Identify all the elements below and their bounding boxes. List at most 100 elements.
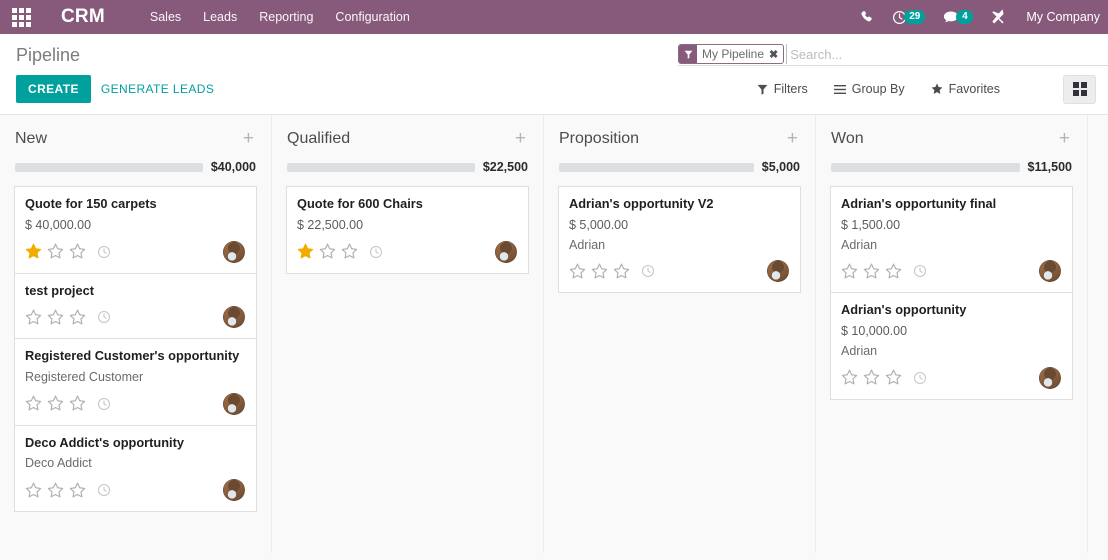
add-card-button[interactable]: +	[513, 129, 528, 148]
menu-leads[interactable]: Leads	[192, 0, 248, 34]
clock-icon[interactable]	[97, 245, 111, 259]
breadcrumb[interactable]: Pipeline	[16, 45, 80, 66]
star-empty-icon[interactable]	[841, 263, 858, 280]
avatar[interactable]	[223, 479, 245, 502]
star-empty-icon[interactable]	[591, 263, 608, 280]
kanban-column-header: Proposition +	[558, 115, 801, 150]
add-card-button[interactable]: +	[785, 129, 800, 148]
star-empty-icon[interactable]	[885, 369, 902, 386]
star-empty-icon[interactable]	[885, 263, 902, 280]
kanban-card-footer	[25, 392, 245, 416]
star-empty-icon[interactable]	[47, 395, 64, 412]
tools-icon	[992, 9, 1004, 24]
messages-button[interactable]: 4	[934, 0, 982, 34]
star-empty-icon[interactable]	[569, 263, 586, 280]
progress-bar[interactable]	[15, 162, 203, 172]
search-input[interactable]	[786, 44, 1108, 64]
avatar[interactable]	[1039, 366, 1061, 389]
kanban-card-amount: $ 5,000.00	[569, 217, 629, 232]
control-panel: Pipeline My Pipeline ✖ CREATE GENERATE L…	[0, 34, 1108, 115]
search-facet-remove-icon[interactable]: ✖	[769, 45, 783, 63]
create-button[interactable]: CREATE	[16, 75, 91, 103]
phone-button[interactable]	[851, 0, 883, 34]
control-panel-bottom-row: CREATE GENERATE LEADS Filters Group By F…	[0, 74, 1108, 114]
kanban-card-footer	[841, 259, 1061, 283]
kanban-column-qualified: Qualified + $22,500 Quote for 600 Chairs $ 2…	[272, 115, 544, 553]
star-empty-icon[interactable]	[69, 309, 86, 326]
avatar[interactable]	[495, 240, 517, 263]
kanban-board: New + $40,000 Quote for 150 carpets $ 40,000…	[0, 115, 1108, 553]
kanban-card-amount: $ 22,500.00	[297, 217, 364, 232]
favorites-label: Favorites	[948, 82, 1000, 96]
menu-configuration[interactable]: Configuration	[324, 0, 420, 34]
avatar[interactable]	[223, 240, 245, 263]
kanban-card[interactable]: Quote for 600 Chairs $ 22,500.00	[286, 186, 529, 274]
clock-icon[interactable]	[97, 310, 111, 324]
kanban-column-title: Proposition	[559, 129, 640, 147]
star-empty-icon[interactable]	[69, 482, 86, 499]
star-empty-icon[interactable]	[69, 243, 86, 260]
add-card-button[interactable]: +	[241, 129, 256, 148]
search-facet-my-pipeline[interactable]: My Pipeline ✖	[678, 44, 785, 64]
kanban-view-button[interactable]	[1063, 74, 1096, 104]
clock-icon[interactable]	[97, 483, 111, 497]
star-filled-icon[interactable]	[25, 243, 42, 260]
star-empty-icon[interactable]	[613, 263, 630, 280]
group-by-dropdown[interactable]: Group By	[821, 76, 918, 102]
star-empty-icon[interactable]	[47, 243, 64, 260]
avatar[interactable]	[767, 260, 789, 283]
activities-button[interactable]: 29	[883, 0, 934, 34]
avatar[interactable]	[223, 306, 245, 329]
star-empty-icon[interactable]	[25, 309, 42, 326]
kanban-card-title: Adrian's opportunity	[841, 302, 967, 318]
kanban-column-proposition: Proposition + $5,000 Adrian's opportunity V…	[544, 115, 816, 553]
progress-bar[interactable]	[287, 162, 475, 172]
generate-leads-button[interactable]: GENERATE LEADS	[91, 75, 224, 103]
star-empty-icon[interactable]	[863, 369, 880, 386]
star-empty-icon[interactable]	[69, 395, 86, 412]
favorites-dropdown[interactable]: Favorites	[918, 76, 1013, 102]
add-card-button[interactable]: +	[1057, 129, 1072, 148]
star-empty-icon[interactable]	[47, 309, 64, 326]
top-navbar: CRM Sales Leads Reporting Configuration …	[0, 0, 1108, 34]
clock-icon[interactable]	[369, 245, 383, 259]
star-empty-icon[interactable]	[841, 369, 858, 386]
avatar[interactable]	[1039, 260, 1061, 283]
kanban-card[interactable]: Registered Customer's opportunity Registe…	[14, 338, 257, 425]
apps-menu-button[interactable]	[7, 0, 35, 34]
star-filled-icon[interactable]	[297, 243, 314, 260]
filters-dropdown[interactable]: Filters	[744, 76, 821, 102]
view-switcher	[1063, 74, 1096, 104]
kanban-card[interactable]: Adrian's opportunity final $ 1,500.00 Adri…	[830, 186, 1073, 293]
priority-stars	[25, 482, 111, 499]
clock-icon[interactable]	[913, 371, 927, 385]
kanban-card-footer	[297, 240, 517, 264]
star-empty-icon[interactable]	[341, 243, 358, 260]
kanban-card[interactable]: test project	[14, 272, 257, 339]
clock-icon[interactable]	[97, 397, 111, 411]
app-brand-crm[interactable]: CRM	[61, 6, 105, 28]
star-empty-icon[interactable]	[319, 243, 336, 260]
menu-sales[interactable]: Sales	[139, 0, 192, 34]
progress-bar[interactable]	[831, 162, 1020, 172]
star-empty-icon[interactable]	[47, 482, 64, 499]
kanban-card-list: Adrian's opportunity V2 $ 5,000.00 Adrian	[558, 186, 801, 294]
kanban-column-progress: $5,000	[558, 150, 801, 186]
avatar[interactable]	[223, 392, 245, 415]
company-switcher[interactable]: My Company	[1016, 10, 1108, 24]
clock-icon[interactable]	[913, 264, 927, 278]
kanban-card[interactable]: Quote for 150 carpets $ 40,000.00	[14, 186, 257, 273]
menu-reporting[interactable]: Reporting	[248, 0, 324, 34]
star-empty-icon[interactable]	[25, 395, 42, 412]
kanban-card[interactable]: Deco Addict's opportunity Deco Addict	[14, 424, 257, 513]
star-empty-icon[interactable]	[863, 263, 880, 280]
hamburger-icon	[833, 84, 846, 94]
kanban-card[interactable]: Adrian's opportunity $ 10,000.00 Adrian	[830, 292, 1073, 400]
star-empty-icon[interactable]	[25, 482, 42, 499]
kanban-card-amount: $ 10,000.00	[841, 324, 908, 338]
kanban-card-title: Deco Addict's opportunity	[25, 434, 184, 450]
clock-icon[interactable]	[641, 264, 655, 278]
progress-bar[interactable]	[559, 162, 754, 172]
debug-tools-button[interactable]	[982, 0, 1016, 34]
kanban-card[interactable]: Adrian's opportunity V2 $ 5,000.00 Adrian	[558, 186, 801, 294]
